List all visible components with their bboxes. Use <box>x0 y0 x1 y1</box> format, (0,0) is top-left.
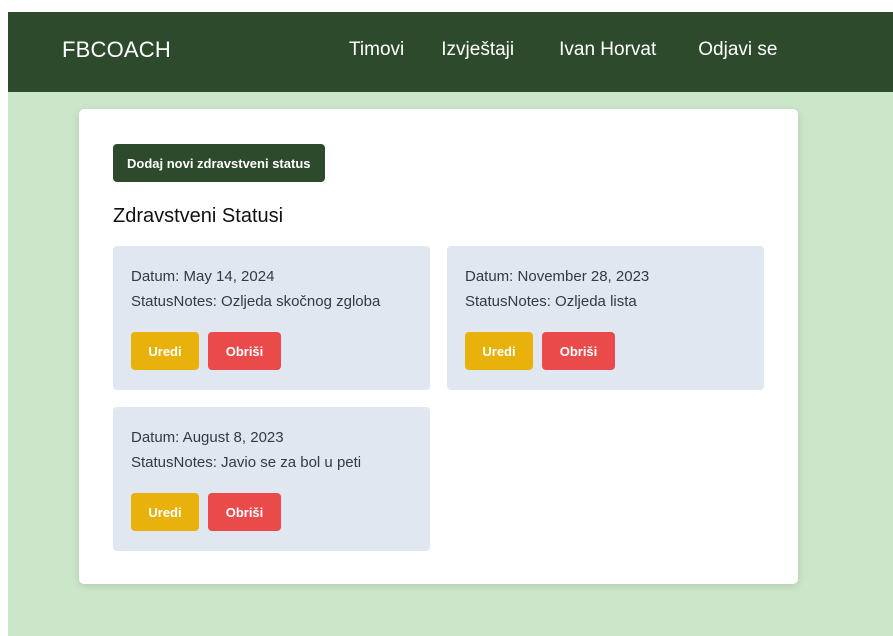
edit-button[interactable]: Uredi <box>465 332 533 370</box>
delete-button[interactable]: Obriši <box>208 332 281 370</box>
nav-link-user[interactable]: Ivan Horvat <box>559 39 656 61</box>
nav-link-izvjestaji[interactable]: Izvještaji <box>441 39 514 61</box>
nav-link-logout[interactable]: Odjavi se <box>698 39 777 61</box>
nav-link-timovi[interactable]: Timovi <box>349 39 404 61</box>
brand-logo[interactable]: FBCOACH <box>62 37 171 63</box>
delete-button[interactable]: Obriši <box>542 332 615 370</box>
status-date: Datum: May 14, 2024 <box>131 268 275 285</box>
status-date: Datum: November 28, 2023 <box>465 268 650 285</box>
status-notes: StatusNotes: Ozljeda skočnog zgloba <box>131 293 381 310</box>
status-item: Datum: August 8, 2023 StatusNotes: Javio… <box>113 407 430 551</box>
nav-links: Timovi Izvještaji Ivan Horvat Odjavi se <box>349 39 777 61</box>
page-background: FBCOACH Timovi Izvještaji Ivan Horvat Od… <box>8 12 893 636</box>
status-item: Datum: May 14, 2024 StatusNotes: Ozljeda… <box>113 246 430 390</box>
delete-button[interactable]: Obriši <box>208 493 281 531</box>
status-notes: StatusNotes: Javio se za bol u peti <box>131 454 362 471</box>
edit-button[interactable]: Uredi <box>131 332 199 370</box>
add-health-status-button[interactable]: Dodaj novi zdravstveni status <box>113 144 325 182</box>
status-notes: StatusNotes: Ozljeda lista <box>465 293 637 310</box>
navbar: FBCOACH Timovi Izvještaji Ivan Horvat Od… <box>8 12 893 92</box>
edit-button[interactable]: Uredi <box>131 493 199 531</box>
status-item: Datum: November 28, 2023 StatusNotes: Oz… <box>447 246 764 390</box>
page-title: Zdravstveni Statusi <box>113 205 284 227</box>
main-card: Dodaj novi zdravstveni status Zdravstven… <box>79 109 798 584</box>
status-date: Datum: August 8, 2023 <box>131 429 284 446</box>
